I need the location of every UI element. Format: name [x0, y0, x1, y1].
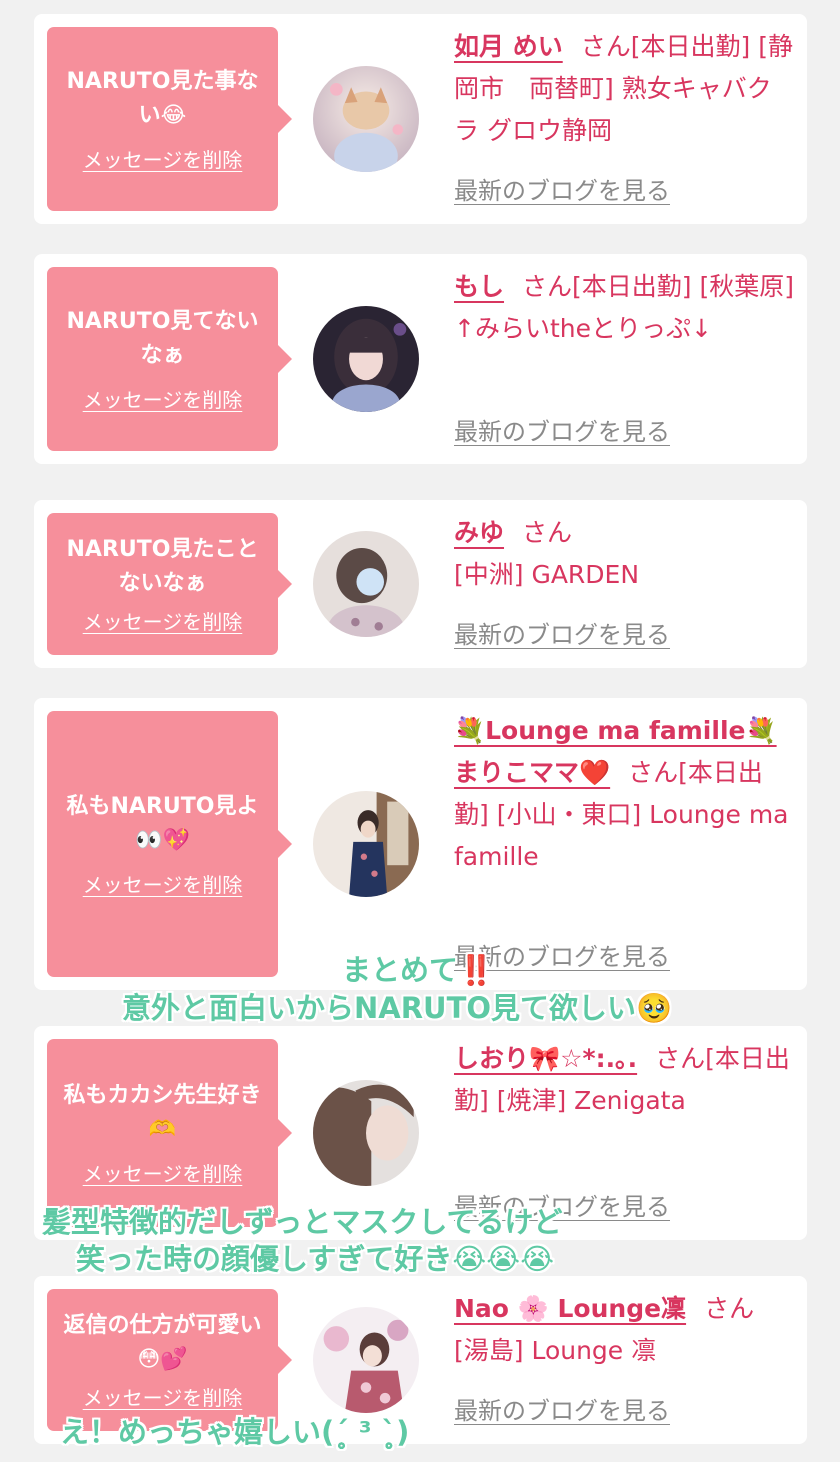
caption-summary-body: 意外と面白いからNARUTO見て欲しい🥹: [122, 991, 673, 1025]
caption-comment-line1: 髪型特徴的だしずっとマスクしてるけど: [42, 1205, 563, 1239]
honorific: さん: [655, 1044, 706, 1073]
message-card: 私もNARUTO見よ👀💖 メッセージを削除 💐Lounge ma famille…: [34, 698, 807, 990]
latest-blog-link[interactable]: 最新のブログを見る: [454, 620, 670, 650]
message-bubble: NARUTO見たことないなぁ メッセージを削除: [47, 513, 292, 655]
latest-blog-link[interactable]: 最新のブログを見る: [454, 176, 670, 206]
message-card: NARUTO見た事ない😂 メッセージを削除 如月 めい さん[本日出勤] [静岡市…: [34, 14, 807, 224]
message-bubble: 私もカカシ先生好き🫶 メッセージを削除: [47, 1039, 292, 1227]
avatar[interactable]: [313, 1080, 419, 1186]
avatar[interactable]: [313, 66, 419, 172]
girl-name-link[interactable]: みゆ: [454, 518, 504, 547]
caption-comment-line2: 笑った時の顔優しすぎて好き😭😭😭: [76, 1242, 555, 1276]
avatar[interactable]: [313, 306, 419, 412]
girl-name-link[interactable]: 如月 めい: [454, 32, 563, 61]
caption-reaction: え！めっちゃ嬉しい(ˊ̥̥̥̥̥ ³ ˋ̥̥̥̥̥): [60, 1415, 410, 1449]
message-bubble: NARUTO見てないなぁ メッセージを削除: [47, 267, 292, 451]
delete-message-link[interactable]: メッセージを削除: [83, 1161, 243, 1187]
girl-info: 如月 めい さん[本日出勤] [静岡市 両替町] 熟女キャバクラ グロウ静岡: [454, 26, 794, 152]
message-bubble: 返信の仕方が可愛い😳💕 メッセージを削除: [47, 1289, 292, 1431]
latest-blog-link[interactable]: 最新のブログを見る: [454, 1396, 670, 1426]
avatar[interactable]: [313, 791, 419, 897]
honorific: さん: [522, 272, 573, 301]
girl-details: [中洲] GARDEN: [454, 560, 640, 589]
honorific: さん: [522, 518, 573, 547]
message-text: NARUTO見たことないなぁ: [66, 537, 259, 596]
delete-message-link[interactable]: メッセージを削除: [83, 872, 243, 898]
message-text: 私もカカシ先生好き🫶: [63, 1083, 262, 1142]
message-bubble: NARUTO見た事ない😂 メッセージを削除: [47, 27, 292, 211]
delete-message-link[interactable]: メッセージを削除: [83, 609, 243, 635]
message-card: NARUTO見たことないなぁ メッセージを削除 みゆ さん [中洲] GARDEN …: [34, 500, 807, 668]
girl-details: [本日出勤] [秋葉原] ↑みらいtheとりっぷ↓: [454, 272, 794, 343]
message-text: NARUTO見た事ない😂: [66, 69, 259, 128]
delete-message-link[interactable]: メッセージを削除: [83, 147, 243, 173]
delete-message-link[interactable]: メッセージを削除: [83, 387, 243, 413]
girl-info: しおり🎀☆*:.｡. さん[本日出勤] [焼津] Zenigata: [454, 1038, 794, 1122]
girl-details: [湯島] Lounge 凛: [454, 1336, 657, 1365]
message-card: NARUTO見てないなぁ メッセージを削除 もし さん[本日出勤] [秋葉原] ↑…: [34, 254, 807, 464]
latest-blog-link[interactable]: 最新のブログを見る: [454, 417, 670, 447]
delete-message-link[interactable]: メッセージを削除: [83, 1385, 243, 1411]
message-text: 返信の仕方が可愛い😳💕: [63, 1313, 262, 1372]
honorific: さん: [628, 758, 679, 787]
avatar[interactable]: [313, 531, 419, 637]
message-text: 私もNARUTO見よ👀💖: [66, 794, 259, 853]
message-bubble: 私もNARUTO見よ👀💖 メッセージを削除: [47, 711, 292, 977]
caption-summary-title: まとめて‼️: [342, 953, 495, 987]
avatar[interactable]: [313, 1307, 419, 1413]
girl-name-link[interactable]: もし: [454, 272, 504, 301]
honorific: さん: [580, 32, 631, 61]
message-list: NARUTO見た事ない😂 メッセージを削除 如月 めい さん[本日出勤] [静岡市…: [0, 0, 840, 1462]
girl-name-link[interactable]: しおり🎀☆*:.｡.: [454, 1044, 637, 1073]
girl-info: Nao 🌸 Lounge凜 さん [湯島] Lounge 凛: [454, 1288, 794, 1372]
girl-info: みゆ さん [中洲] GARDEN: [454, 512, 794, 596]
girl-name-link[interactable]: Nao 🌸 Lounge凜: [454, 1294, 686, 1323]
honorific: さん: [704, 1294, 755, 1323]
message-text: NARUTO見てないなぁ: [66, 309, 259, 368]
girl-info: もし さん[本日出勤] [秋葉原] ↑みらいtheとりっぷ↓: [454, 266, 794, 350]
girl-info: 💐Lounge ma famille💐まりこママ❤️ さん[本日出勤] [小山・東…: [454, 710, 794, 878]
